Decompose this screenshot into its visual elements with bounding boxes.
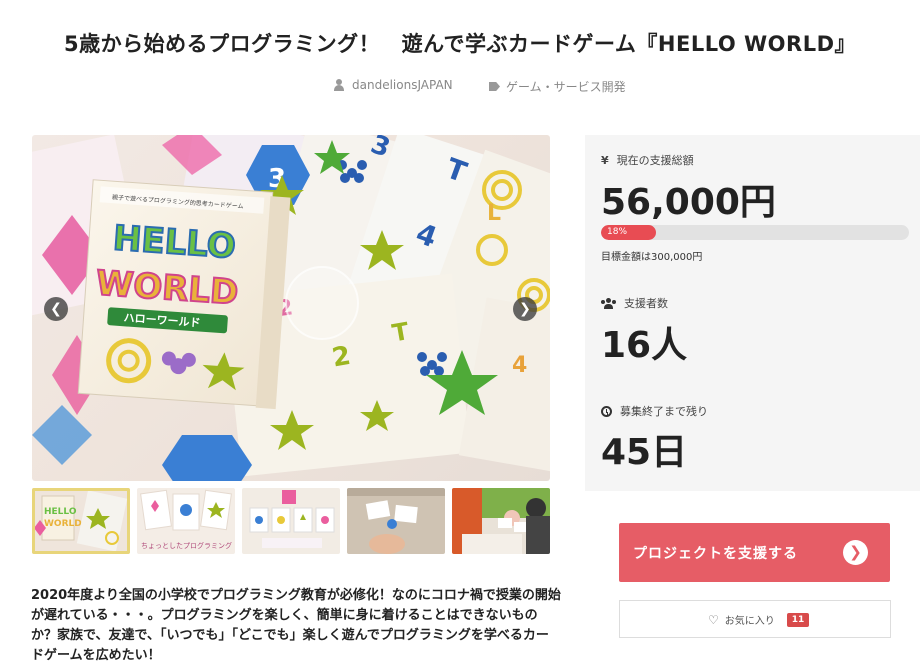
project-title: 5歳から始めるプログラミング！ 遊んで学ぶカードゲーム『HELLO WORLD』 xyxy=(63,32,857,56)
chevron-left-icon: ❮ xyxy=(50,301,62,317)
total-funding-value: 56,000円 xyxy=(601,182,776,223)
thumbnail-2-caption: ちょっとしたプログラミング xyxy=(141,541,232,550)
supporters-label: 支援者数 xyxy=(624,297,668,310)
supporters-label-row: 支援者数 xyxy=(601,295,668,311)
remaining-label-row: 募集終了まで残り xyxy=(601,403,708,419)
svg-text:WORLD: WORLD xyxy=(44,519,82,529)
svg-text:L: L xyxy=(487,201,501,226)
funding-progress-fill: 18% xyxy=(601,225,657,240)
gallery-next-button[interactable]: ❯ xyxy=(513,297,537,321)
thumbnail-5[interactable] xyxy=(452,488,550,554)
thumbnail-2-image: ちょっとしたプログラミング xyxy=(137,488,235,554)
main-project-image[interactable]: 3 3 T 4 4 L 2 T 2 親子で遊べるプログラミング的思考カードゲーム… xyxy=(32,135,550,481)
thumbnail-3[interactable] xyxy=(242,488,340,554)
thumbnail-1[interactable]: HELLO WORLD xyxy=(32,488,130,554)
support-project-button[interactable]: プロジェクトを支援する ❯ xyxy=(619,523,890,582)
thumbnail-strip: HELLO WORLD ちょっとしたプログラミング xyxy=(32,488,550,554)
total-funding-label-row: ¥ 現在の支援総額 xyxy=(601,152,694,168)
total-funding-label: 現在の支援総額 xyxy=(616,154,694,167)
favorite-label: お気に入り xyxy=(724,616,775,627)
chevron-right-icon: ❯ xyxy=(519,301,531,317)
project-description: 2020年度より全国の小学校でプログラミング教育が必修化！なのにコロナ禍で授業の… xyxy=(31,588,561,663)
supporters-value: 16人 xyxy=(601,325,688,366)
thumbnail-4-image xyxy=(347,488,445,554)
clock-icon xyxy=(601,405,612,417)
heart-icon: ♡ xyxy=(708,612,719,627)
users-icon xyxy=(601,297,616,309)
thumbnail-2[interactable]: ちょっとしたプログラミング xyxy=(137,488,235,554)
favorite-button[interactable]: ♡ お気に入り 11 xyxy=(619,600,891,638)
funding-progress-bar: 18% xyxy=(601,225,909,240)
remaining-label: 募集終了まで残り xyxy=(620,405,708,418)
thumbnail-3-image xyxy=(242,488,340,554)
tag-icon xyxy=(489,82,500,91)
chevron-circle-right-icon: ❯ xyxy=(843,540,868,565)
svg-text:4: 4 xyxy=(512,353,527,378)
support-button-label: プロジェクトを支援する xyxy=(633,546,798,562)
author-link[interactable]: dandelionsJAPAN xyxy=(334,78,453,92)
category-link[interactable]: ゲーム・サービス開発 xyxy=(489,78,626,95)
remaining-days-value: 45日 xyxy=(601,432,688,473)
goal-amount: 目標金額は300,000円 xyxy=(601,252,703,263)
person-icon xyxy=(334,79,344,91)
favorite-count-badge: 11 xyxy=(786,612,810,627)
thumbnail-5-image xyxy=(452,488,550,554)
author-name: dandelionsJAPAN xyxy=(352,78,453,92)
funding-stats-panel: ¥ 現在の支援総額 56,000円 18% 目標金額は300,000円 支援者数… xyxy=(585,135,920,491)
thumbnail-1-image: HELLO WORLD xyxy=(32,488,130,554)
category-name: ゲーム・サービス開発 xyxy=(506,80,626,94)
box-title-line1: HELLO xyxy=(112,218,237,266)
thumbnail-4[interactable] xyxy=(347,488,445,554)
yen-icon: ¥ xyxy=(601,153,609,167)
svg-text:HELLO: HELLO xyxy=(44,507,77,517)
gallery-prev-button[interactable]: ❮ xyxy=(44,297,68,321)
card-game-photo: 3 3 T 4 4 L 2 T 2 親子で遊べるプログラミング的思考カードゲーム… xyxy=(32,135,550,481)
